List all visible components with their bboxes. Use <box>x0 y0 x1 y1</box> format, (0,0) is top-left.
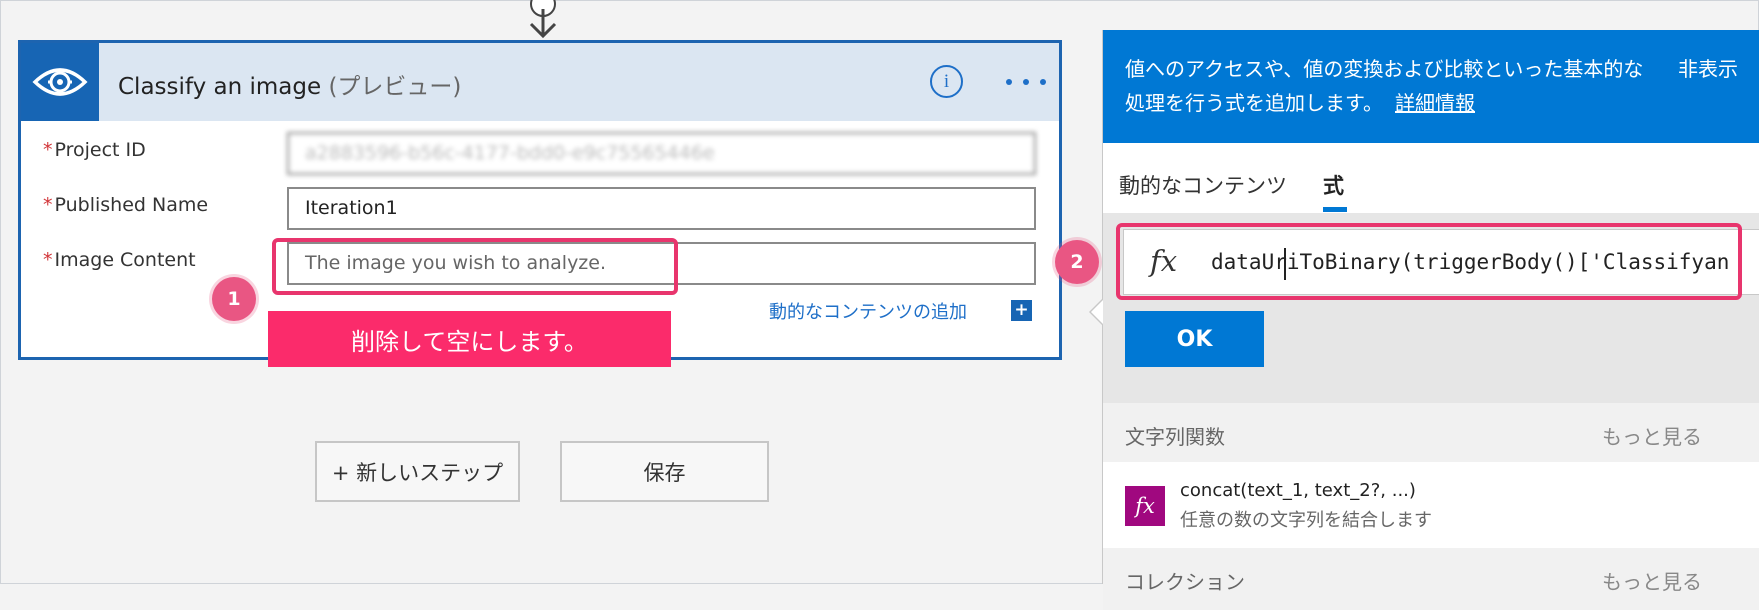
eye-icon <box>21 43 99 121</box>
section-title: コレクション <box>1125 570 1245 594</box>
tab-dynamic-content[interactable]: 動的なコンテンツ <box>1119 170 1287 200</box>
expression-highlight <box>1116 223 1742 300</box>
expression-pane: 値へのアクセスや、値の変換および比較といった基本的な処理を行う式を追加します。詳… <box>1102 30 1759 610</box>
add-dynamic-content-plus-icon[interactable]: + <box>1011 300 1032 321</box>
see-more-link[interactable]: もっと見る <box>1602 421 1702 450</box>
save-button[interactable]: 保存 <box>560 441 769 502</box>
pane-pointer-inner <box>1091 300 1103 324</box>
step-badge-1: 1 <box>212 277 256 321</box>
tab-expression[interactable]: 式 <box>1323 170 1344 200</box>
info-icon[interactable]: i <box>930 65 963 98</box>
pane-tabs: 動的なコンテンツ 式 <box>1103 143 1759 213</box>
function-name: concat(text_1, text_2?, ...) <box>1180 480 1416 501</box>
published-name-label: * Published Name <box>43 194 209 216</box>
published-name-input[interactable]: Iteration1 <box>287 187 1036 230</box>
image-content-highlight <box>272 238 678 295</box>
action-title: Classify an image (プレビュー) <box>118 67 461 101</box>
function-fx-icon: fx <box>1125 486 1165 526</box>
action-title-text: Classify an image <box>118 74 322 100</box>
connector-arrow-icon <box>529 0 557 39</box>
ellipsis-icon[interactable] <box>1006 67 1046 97</box>
action-card-header[interactable]: Classify an image (プレビュー) i <box>21 43 1059 121</box>
see-more-link[interactable]: もっと見る <box>1602 566 1702 595</box>
pane-description: 値へのアクセスや、値の変換および比較といった基本的な処理を行う式を追加します。詳… <box>1125 57 1644 115</box>
project-id-label: * Project ID <box>43 139 146 161</box>
image-content-label: * Image Content <box>43 249 196 271</box>
learn-more-link[interactable]: 詳細情報 <box>1395 91 1475 115</box>
collection-section: コレクション もっと見る <box>1103 548 1759 610</box>
function-description: 任意の数の文字列を結合します <box>1180 510 1432 531</box>
step-badge-2: 2 <box>1055 240 1099 284</box>
section-title: 文字列関数 <box>1125 425 1225 449</box>
ok-button[interactable]: OK <box>1125 311 1264 367</box>
active-tab-indicator <box>1323 207 1347 212</box>
pane-header: 値へのアクセスや、値の変換および比較といった基本的な処理を行う式を追加します。詳… <box>1103 30 1759 143</box>
clear-instruction-callout: 削除して空にします。 <box>268 311 671 367</box>
hide-button[interactable]: 非表示 <box>1678 52 1738 86</box>
action-title-suffix: (プレビュー) <box>328 74 462 100</box>
string-functions-section: 文字列関数 もっと見る <box>1103 403 1759 465</box>
project-id-input[interactable]: a2883596-b56c-4177-bdd0-e9c75565446e <box>287 132 1036 175</box>
function-item-concat[interactable]: fx concat(text_1, text_2?, ...) 任意の数の文字列… <box>1103 462 1759 548</box>
add-dynamic-content-link[interactable]: 動的なコンテンツの追加 <box>769 298 967 324</box>
new-step-button[interactable]: + 新しいステップ <box>315 441 520 502</box>
